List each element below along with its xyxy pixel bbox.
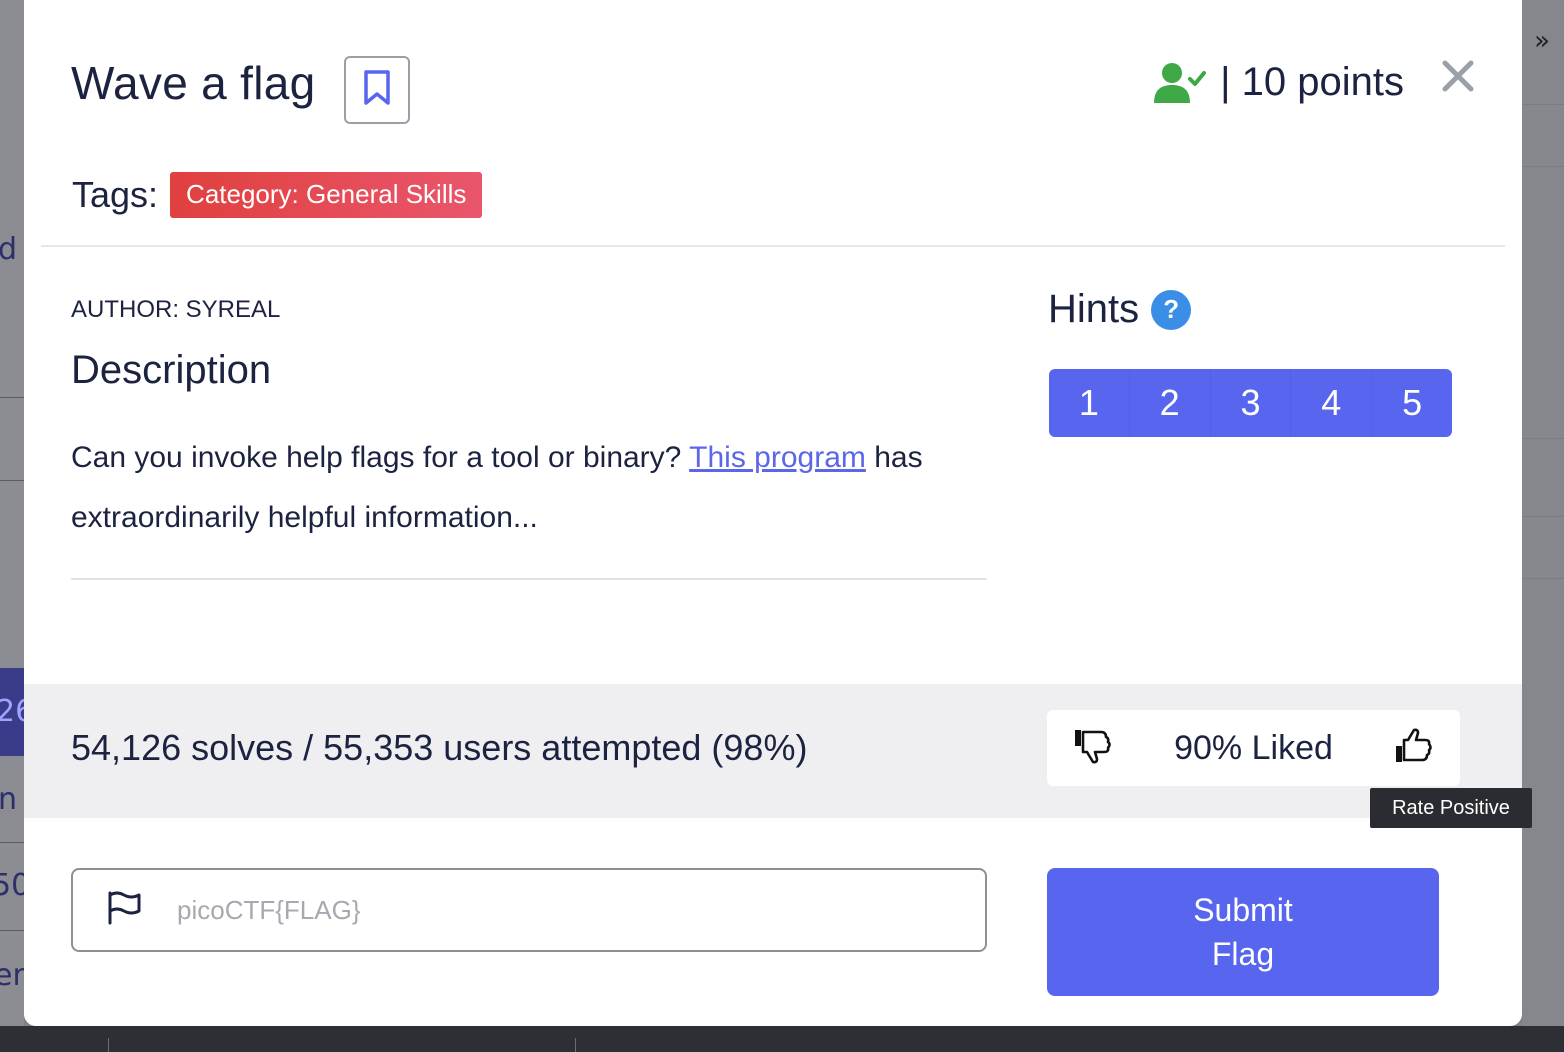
hints-heading: Hints ? [1048,287,1192,332]
points-indicator: | 10 points [1154,60,1404,105]
bookmark-button[interactable] [344,56,410,124]
background-text-fragment: er [0,958,25,993]
background-divider [1522,438,1564,439]
points-value: | 10 points [1220,60,1404,104]
thumbs-up-icon[interactable] [1394,728,1434,768]
background-text-fragment: d [0,232,18,267]
background-divider [0,480,24,481]
background-divider [1522,104,1564,105]
background-divider [0,930,24,931]
hint-button-2[interactable]: 2 [1130,369,1211,437]
flag-icon [107,891,143,929]
background-divider [575,1038,576,1052]
help-icon[interactable]: ? [1151,289,1192,330]
header-divider [41,245,1505,247]
challenge-title: Wave a flag [71,57,316,109]
hints-title: Hints [1048,287,1140,331]
flag-input-container [71,868,987,952]
category-tag: Category: General Skills [170,172,483,218]
background-divider [0,842,24,843]
challenge-modal: Wave a flag | 10 points Tags: Category: … [24,0,1532,1026]
submit-flag-button[interactable]: Submit Flag [1047,868,1439,996]
expand-chevron-icon[interactable]: » [1534,26,1550,56]
hint-button-3[interactable]: 3 [1211,369,1292,437]
tags-label: Tags: [72,174,159,215]
background-text-fragment: n [0,782,18,817]
description-text: Can you invoke help flags for a tool or … [71,428,991,548]
bookmark-icon [362,69,392,111]
close-button[interactable] [1438,58,1478,98]
flag-input[interactable] [177,894,877,926]
description-text-start: Can you invoke help flags for a tool or … [71,441,690,474]
solved-user-icon [1154,61,1207,105]
background-divider [0,397,24,398]
thumbs-down-icon[interactable] [1073,728,1113,768]
description-heading: Description [71,348,272,392]
author-label: AUTHOR: SYREAL [71,296,281,323]
program-link[interactable]: This program [689,441,866,474]
solves-count: 54,126 solves / 55,353 users attempted (… [71,727,808,768]
rate-positive-tooltip: Rate Positive [1370,788,1532,828]
background-divider [1522,516,1564,517]
liked-percentage: 90% Liked [1174,728,1333,767]
hint-buttons: 1 2 3 4 5 [1049,369,1452,437]
background-bottom-bar [0,1026,1564,1052]
background-divider [108,1038,109,1052]
hint-button-5[interactable]: 5 [1372,369,1452,437]
rating-widget: 90% Liked [1047,710,1460,786]
background-divider [1522,578,1564,579]
hint-button-1[interactable]: 1 [1049,369,1130,437]
close-icon [1441,59,1475,97]
hint-button-4[interactable]: 4 [1291,369,1373,437]
background-divider [1522,166,1564,167]
background-right-panel [1522,0,1564,1052]
description-divider [71,578,987,580]
tags-row: Tags: Category: General Skills [72,172,483,218]
